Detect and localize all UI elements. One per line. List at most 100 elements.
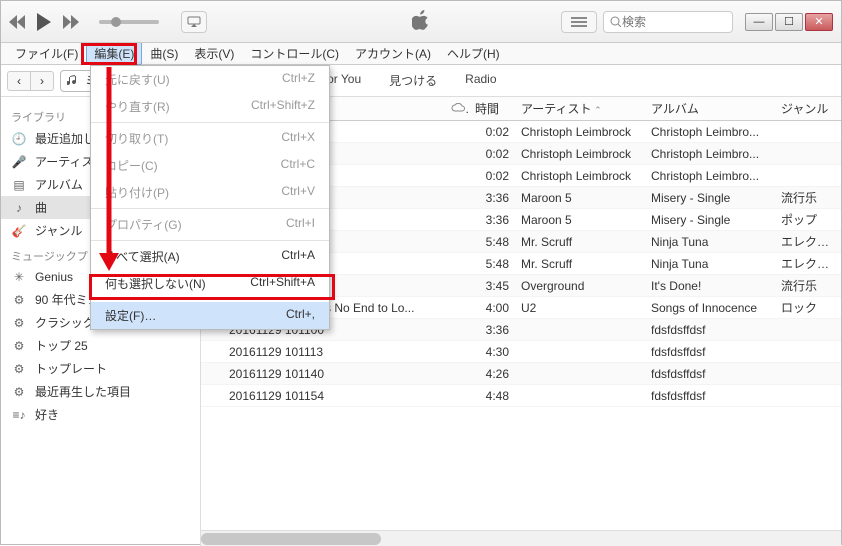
col-cloud[interactable] bbox=[445, 102, 469, 116]
table-row[interactable]: 20161129 1011134:30fdsfdsffdsf bbox=[201, 341, 841, 363]
menu-song[interactable]: 曲(S) bbox=[142, 42, 186, 65]
cell-time: 3:45 bbox=[469, 279, 515, 293]
cell-album: Christoph Leimbro... bbox=[645, 169, 775, 183]
col-genre[interactable]: ジャンル bbox=[775, 100, 841, 117]
menu-item-copy[interactable]: コピー(C)Ctrl+C bbox=[91, 152, 329, 179]
menu-item-redo[interactable]: やり直す(R)Ctrl+Shift+Z bbox=[91, 93, 329, 120]
nav-back-button[interactable]: ‹ bbox=[7, 71, 31, 91]
cell-album: Songs of Innocence bbox=[645, 301, 775, 315]
maximize-button[interactable]: ☐ bbox=[775, 13, 803, 31]
close-button[interactable]: ✕ bbox=[805, 13, 833, 31]
genius-icon: ✳ bbox=[11, 269, 27, 285]
menu-account[interactable]: アカウント(A) bbox=[347, 42, 439, 65]
toolbar-right: — ☐ ✕ bbox=[561, 11, 833, 33]
menu-controls[interactable]: コントロール(C) bbox=[242, 42, 347, 65]
album-icon: ▤ bbox=[11, 177, 27, 193]
cell-album: fdsfdsffdsf bbox=[645, 323, 775, 337]
cell-album: Misery - Single bbox=[645, 213, 775, 227]
gear-icon: ⚙ bbox=[11, 361, 27, 377]
cell-album: fdsfdsffdsf bbox=[645, 367, 775, 381]
play-button[interactable] bbox=[37, 13, 53, 31]
music-icon bbox=[67, 75, 79, 87]
col-album[interactable]: アルバム bbox=[645, 100, 775, 117]
cell-time: 0:02 bbox=[469, 125, 515, 139]
sidebar-item-toprate[interactable]: ⚙トップレート bbox=[1, 357, 200, 380]
gear-icon: ⚙ bbox=[11, 292, 27, 308]
menu-edit[interactable]: 編集(E) bbox=[86, 42, 142, 65]
cell-artist: U2 bbox=[515, 301, 645, 315]
horizontal-scrollbar[interactable] bbox=[201, 530, 841, 546]
airplay-button[interactable] bbox=[181, 11, 207, 33]
playlist-icon: ≡♪ bbox=[11, 407, 27, 423]
window-controls: — ☐ ✕ bbox=[745, 13, 833, 31]
cell-genre: ロック bbox=[775, 299, 841, 316]
search-icon bbox=[610, 16, 622, 28]
cell-artist: Maroon 5 bbox=[515, 213, 645, 227]
menu-item-props[interactable]: プロパティ(G)Ctrl+I bbox=[91, 211, 329, 238]
nav-forward-button[interactable]: › bbox=[30, 71, 54, 91]
apple-logo-icon bbox=[412, 10, 430, 33]
cell-artist: Mr. Scruff bbox=[515, 257, 645, 271]
cell-time: 3:36 bbox=[469, 323, 515, 337]
cell-artist: Christoph Leimbrock bbox=[515, 147, 645, 161]
cell-genre: エレクトロニ. bbox=[775, 233, 841, 250]
sidebar-item-recentplay[interactable]: ⚙最近再生した項目 bbox=[1, 380, 200, 403]
cell-genre: エレクトロニ. bbox=[775, 255, 841, 272]
next-button[interactable] bbox=[63, 15, 81, 29]
search-box[interactable] bbox=[603, 11, 733, 33]
gear-icon: ⚙ bbox=[11, 315, 27, 331]
cell-time: 3:36 bbox=[469, 191, 515, 205]
note-icon: ♪ bbox=[11, 200, 27, 216]
player-toolbar: — ☐ ✕ bbox=[1, 1, 841, 43]
cell-genre: 流行乐 bbox=[775, 277, 841, 294]
cell-time: 4:00 bbox=[469, 301, 515, 315]
col-artist[interactable]: アーティスト bbox=[515, 100, 645, 117]
volume-slider[interactable] bbox=[99, 20, 159, 24]
menu-item-selectall[interactable]: すべて選択(A)Ctrl+A bbox=[91, 243, 329, 270]
menubar: ファイル(F) 編集(E) 曲(S) 表示(V) コントロール(C) アカウント… bbox=[1, 43, 841, 65]
cell-album: Ninja Tuna bbox=[645, 235, 775, 249]
menu-item-undo[interactable]: 元に戻す(U)Ctrl+Z bbox=[91, 66, 329, 93]
cell-album: Ninja Tuna bbox=[645, 257, 775, 271]
menu-item-paste[interactable]: 貼り付け(P)Ctrl+V bbox=[91, 179, 329, 206]
gear-icon: ⚙ bbox=[11, 384, 27, 400]
menu-help[interactable]: ヘルプ(H) bbox=[439, 42, 508, 65]
menu-item-cut[interactable]: 切り取り(T)Ctrl+X bbox=[91, 125, 329, 152]
tab-discover[interactable]: 見つける bbox=[375, 68, 451, 93]
edit-menu-dropdown: 元に戻す(U)Ctrl+Z やり直す(R)Ctrl+Shift+Z 切り取り(T… bbox=[90, 65, 330, 330]
menu-view[interactable]: 表示(V) bbox=[186, 42, 242, 65]
table-row[interactable]: 20161129 1011404:26fdsfdsffdsf bbox=[201, 363, 841, 385]
menu-file[interactable]: ファイル(F) bbox=[7, 42, 86, 65]
cell-artist: Overground bbox=[515, 279, 645, 293]
cell-album: It's Done! bbox=[645, 279, 775, 293]
guitar-icon: 🎸 bbox=[11, 223, 27, 239]
cell-time: 4:30 bbox=[469, 345, 515, 359]
cell-name: 20161129 101154 bbox=[223, 389, 445, 403]
cell-time: 5:48 bbox=[469, 257, 515, 271]
list-view-button[interactable] bbox=[561, 11, 597, 33]
menu-item-selectnone[interactable]: 何も選択しない(N)Ctrl+Shift+A bbox=[91, 270, 329, 297]
cell-album: Christoph Leimbro... bbox=[645, 125, 775, 139]
playback-controls bbox=[9, 11, 207, 33]
cell-time: 4:48 bbox=[469, 389, 515, 403]
cell-album: Misery - Single bbox=[645, 191, 775, 205]
table-row[interactable]: 20161129 1011544:48fdsfdsffdsf bbox=[201, 385, 841, 407]
clock-icon: 🕘 bbox=[11, 131, 27, 147]
col-time[interactable]: 時間 bbox=[469, 100, 515, 117]
cell-time: 5:48 bbox=[469, 235, 515, 249]
prev-button[interactable] bbox=[9, 15, 27, 29]
cell-time: 4:26 bbox=[469, 367, 515, 381]
cell-time: 3:36 bbox=[469, 213, 515, 227]
cell-artist: Christoph Leimbrock bbox=[515, 169, 645, 183]
cell-artist: Maroon 5 bbox=[515, 191, 645, 205]
cell-time: 0:02 bbox=[469, 169, 515, 183]
cell-genre: 流行乐 bbox=[775, 189, 841, 206]
search-input[interactable] bbox=[622, 15, 712, 29]
sidebar-item-liked[interactable]: ≡♪好き bbox=[1, 403, 200, 426]
tab-radio[interactable]: Radio bbox=[451, 68, 510, 93]
sidebar-item-top25[interactable]: ⚙トップ 25 bbox=[1, 334, 200, 357]
minimize-button[interactable]: — bbox=[745, 13, 773, 31]
cell-genre: ポップ bbox=[775, 211, 841, 228]
mic-icon: 🎤 bbox=[11, 154, 27, 170]
menu-item-preferences[interactable]: 設定(F)…Ctrl+, bbox=[91, 302, 329, 329]
